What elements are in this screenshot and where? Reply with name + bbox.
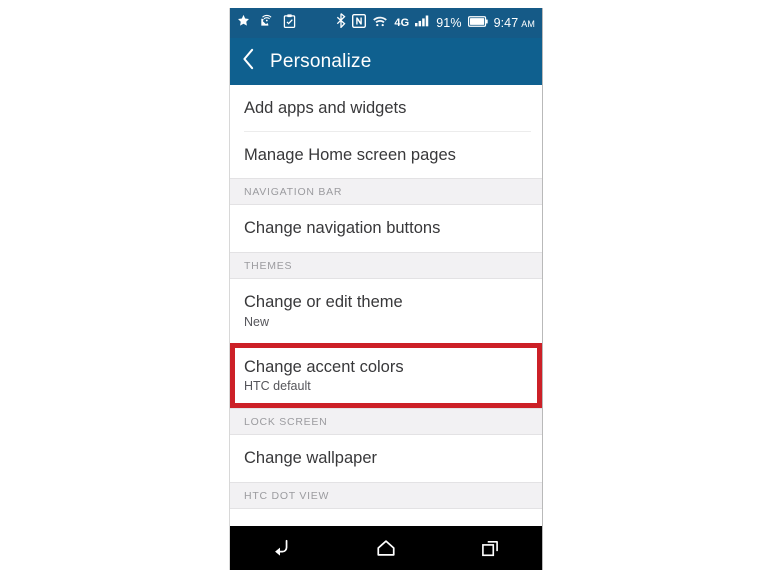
section-header-htc-dot-view: HTC DOT VIEW [230,481,542,509]
section-header-themes: THEMES [230,251,542,279]
star-icon [237,14,250,32]
signal-bars-icon [415,14,430,32]
clock-meridiem: AM [521,18,535,29]
list-item-title: Change accent colors [244,357,404,376]
list-item-title: Change navigation buttons [244,219,441,238]
wifi-calling-icon [259,14,274,32]
settings-list: Add apps and widgets Manage Home screen … [230,85,542,526]
list-item-title: Add apps and widgets [244,99,407,117]
clipboard-icon [283,13,296,33]
wifi-icon [372,14,388,33]
back-nav-icon[interactable] [246,526,318,570]
network-type-label: 4G [394,16,410,29]
status-bar-right-icons: 4G 91% 9:47 AM [336,13,535,33]
page-title: Personalize [270,50,372,72]
list-item-manage-home-screen-pages[interactable]: Manage Home screen pages [230,131,542,179]
home-nav-icon[interactable] [350,526,422,570]
battery-percent-label: 91% [436,15,462,30]
battery-icon [467,14,488,32]
status-bar: 4G 91% 9:47 AM [230,8,542,38]
list-item-change-or-edit-theme[interactable]: Change or edit theme New [230,278,542,343]
nfc-icon [352,13,367,33]
section-header-navigation-bar: NAVIGATION BAR [230,178,542,206]
recent-apps-nav-icon[interactable] [454,526,526,570]
phone-screen: 4G 91% 9:47 AM Personalize Add apps and … [229,8,543,570]
bluetooth-icon [336,13,346,33]
screenshot-canvas: 4G 91% 9:47 AM Personalize Add apps and … [0,0,770,578]
clock-time: 9:47 [493,15,519,30]
back-chevron-icon[interactable] [242,48,255,75]
list-item-subtitle: New [244,314,270,329]
list-item-title: Manage Home screen pages [244,145,456,164]
status-bar-left-icons [237,13,296,33]
list-item-change-navigation-buttons[interactable]: Change navigation buttons [230,205,542,252]
navigation-bar [230,526,542,570]
list-item-subtitle: HTC default [244,379,311,394]
list-item-change-accent-colors[interactable]: Change accent colors HTC default [230,342,542,409]
list-item-add-apps-and-widgets[interactable]: Add apps and widgets [230,85,542,132]
list-item-title: Change wallpaper [244,449,378,468]
clock: 9:47 AM [494,17,535,30]
list-item-title: Change or edit theme [244,292,403,311]
section-header-lock-screen: LOCK SCREEN [230,408,542,436]
list-item-change-wallpaper[interactable]: Change wallpaper [230,435,542,482]
app-bar: Personalize [230,38,542,85]
